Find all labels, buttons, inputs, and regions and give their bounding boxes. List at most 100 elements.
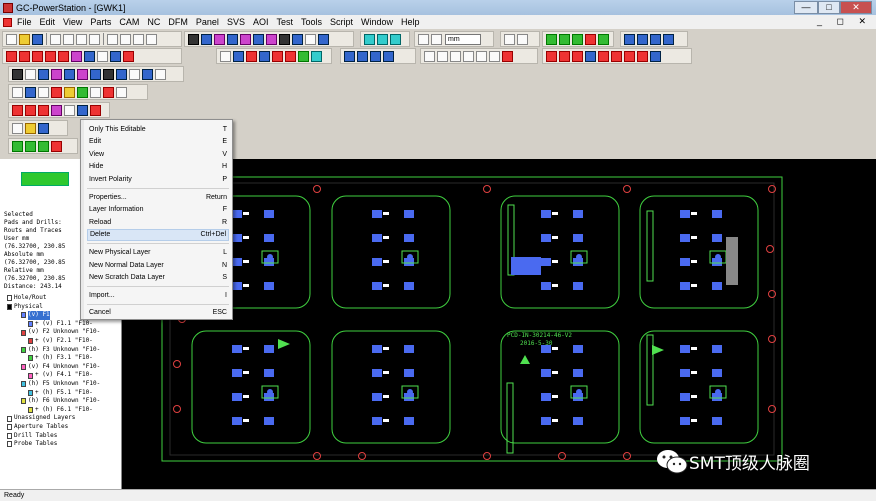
context-menu-item[interactable]: Only This Editable T: [87, 123, 229, 135]
menu-tools[interactable]: Tools: [297, 15, 326, 29]
doc-icon[interactable]: [3, 17, 12, 27]
cam3-icon[interactable]: [32, 50, 43, 62]
cut-icon[interactable]: [50, 33, 61, 45]
copy-icon[interactable]: [63, 33, 74, 45]
menu-aoi[interactable]: AOI: [249, 15, 273, 29]
cam2g-icon[interactable]: [90, 104, 101, 116]
measure3-icon[interactable]: [450, 50, 461, 62]
zoom-out-icon[interactable]: [377, 33, 388, 45]
measure7-icon[interactable]: [502, 50, 513, 62]
tree-item[interactable]: (v) F4 Unknown "F10-: [0, 363, 120, 372]
undo-icon[interactable]: [89, 33, 100, 45]
measure1-icon[interactable]: [424, 50, 435, 62]
save2-icon[interactable]: [38, 122, 49, 134]
misc4-icon[interactable]: [51, 86, 62, 98]
check5-icon[interactable]: [272, 50, 283, 62]
help-icon[interactable]: [133, 33, 144, 45]
context-menu-item[interactable]: Invert Polarity P: [87, 173, 229, 185]
tree-item[interactable]: + (v) F4.1 "F10-: [0, 371, 120, 380]
circle-icon[interactable]: [318, 33, 329, 45]
menu-nc[interactable]: NC: [143, 15, 164, 29]
tree-item[interactable]: + (v) F1.1 "F10-: [0, 320, 120, 329]
save-icon[interactable]: [32, 33, 43, 45]
help2-icon[interactable]: [155, 68, 166, 80]
parts-add-icon[interactable]: [598, 33, 609, 45]
pen2-icon[interactable]: [38, 68, 49, 80]
tree-item[interactable]: (h) F3 Unknown "F10-: [0, 346, 120, 355]
mdi-controls[interactable]: _ ◻ ✕: [817, 16, 872, 27]
arc2-icon[interactable]: [77, 68, 88, 80]
check4-icon[interactable]: [259, 50, 270, 62]
s2-tool-icon[interactable]: [12, 68, 23, 80]
path-icon[interactable]: [227, 33, 238, 45]
new-icon[interactable]: [6, 33, 17, 45]
line-icon[interactable]: [214, 33, 225, 45]
units-combo[interactable]: mm: [445, 33, 481, 45]
zoom-in-icon[interactable]: [364, 33, 375, 45]
test9-icon[interactable]: [650, 50, 661, 62]
context-menu-item[interactable]: Layer Information F: [87, 204, 229, 216]
select-icon[interactable]: [504, 33, 515, 45]
menu-svs[interactable]: SVS: [223, 15, 249, 29]
tree-item[interactable]: Unassigned Layers: [0, 414, 120, 423]
measure6-icon[interactable]: [489, 50, 500, 62]
new2-icon[interactable]: [12, 122, 23, 134]
context-menu-item[interactable]: New Physical Layer L: [87, 246, 229, 258]
parts-red-icon[interactable]: [585, 33, 596, 45]
menu-edit[interactable]: Edit: [36, 15, 60, 29]
check-icon[interactable]: [220, 50, 231, 62]
context-menu-item[interactable]: New Scratch Data Layer S: [87, 272, 229, 284]
ipc-icon[interactable]: [110, 50, 121, 62]
measure2-icon[interactable]: [437, 50, 448, 62]
misc2-icon[interactable]: [25, 86, 36, 98]
join-icon[interactable]: [266, 33, 277, 45]
cam6-icon[interactable]: [71, 50, 82, 62]
layout3-icon[interactable]: [370, 50, 381, 62]
close-button[interactable]: ✕: [840, 1, 872, 14]
paste-icon[interactable]: [76, 33, 87, 45]
path2-icon[interactable]: [64, 68, 75, 80]
context-menu-item[interactable]: Cancel ESC: [87, 307, 229, 319]
grid2a-icon[interactable]: [12, 140, 23, 152]
cam2a-icon[interactable]: [12, 104, 23, 116]
cam2e-icon[interactable]: [64, 104, 75, 116]
test3-icon[interactable]: [572, 50, 583, 62]
parts-list-icon[interactable]: [559, 33, 570, 45]
rect-icon[interactable]: [292, 33, 303, 45]
context-menu-item[interactable]: Import... I: [87, 289, 229, 301]
layout4-icon[interactable]: [383, 50, 394, 62]
context-menu-item[interactable]: Delete Ctrl+Del: [87, 228, 229, 241]
menu-file[interactable]: File: [13, 15, 36, 29]
printer-icon[interactable]: [120, 33, 131, 45]
layer-flip-icon[interactable]: [663, 33, 674, 45]
filter-icon[interactable]: [97, 50, 108, 62]
test4-icon[interactable]: [585, 50, 596, 62]
text-icon[interactable]: [279, 33, 290, 45]
tree-item[interactable]: Probe Tables: [0, 440, 120, 449]
print-icon[interactable]: [107, 33, 118, 45]
menu-cam[interactable]: CAM: [115, 15, 143, 29]
layout2-icon[interactable]: [357, 50, 368, 62]
tree-item[interactable]: (v) F2 Unknown "F10-: [0, 328, 120, 337]
test1-icon[interactable]: [546, 50, 557, 62]
grid2c-icon[interactable]: [38, 140, 49, 152]
tree-item[interactable]: Drill Tables: [0, 432, 120, 441]
test8-icon[interactable]: [637, 50, 648, 62]
square-icon[interactable]: [305, 33, 316, 45]
text2-icon[interactable]: [103, 68, 114, 80]
maximize-button[interactable]: □: [818, 1, 840, 14]
cam7-icon[interactable]: [84, 50, 95, 62]
parts-icon[interactable]: [546, 33, 557, 45]
tree-item[interactable]: Aperture Tables: [0, 423, 120, 432]
menu-window[interactable]: Window: [357, 15, 397, 29]
context-menu-item[interactable]: Properties... Return: [87, 191, 229, 203]
cam1-icon[interactable]: [6, 50, 17, 62]
misc3-icon[interactable]: [38, 86, 49, 98]
misc6-icon[interactable]: [77, 86, 88, 98]
cam4-icon[interactable]: [45, 50, 56, 62]
branch-icon[interactable]: [253, 33, 264, 45]
misc9-icon[interactable]: [116, 86, 127, 98]
cam2f-icon[interactable]: [77, 104, 88, 116]
menu-panel[interactable]: Panel: [192, 15, 223, 29]
check8-icon[interactable]: [311, 50, 322, 62]
